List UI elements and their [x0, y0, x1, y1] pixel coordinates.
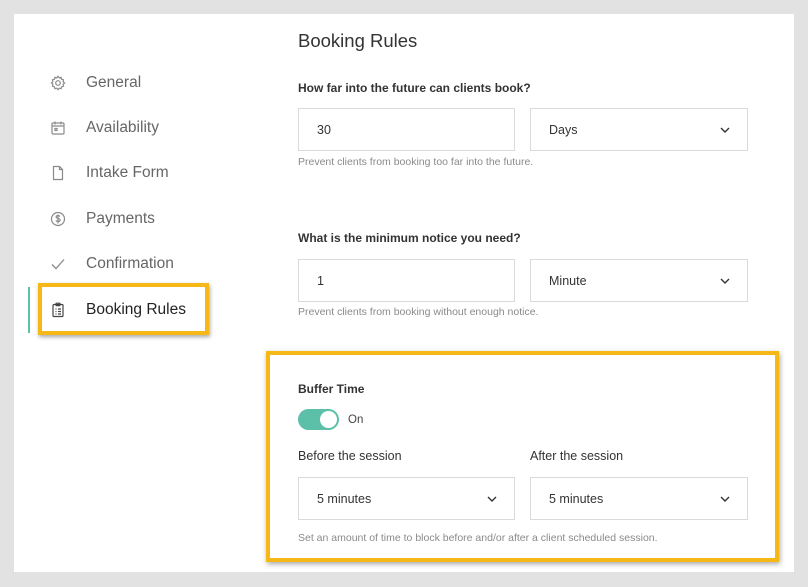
- sidebar-item-confirmation[interactable]: Confirmation: [48, 252, 174, 276]
- sidebar-item-intake-form[interactable]: Intake Form: [48, 161, 169, 185]
- sidebar-item-label: Payments: [86, 210, 155, 227]
- dollar-circle-icon: [48, 209, 68, 229]
- gear-icon: [48, 73, 68, 93]
- sidebar-item-label: General: [86, 74, 142, 91]
- highlight-box-buffer-time: [266, 351, 779, 562]
- future-booking-value-input[interactable]: 30: [298, 108, 515, 151]
- active-indicator: [28, 287, 30, 333]
- chevron-down-icon: [719, 275, 731, 287]
- sidebar-item-label: Intake Form: [86, 164, 169, 181]
- minimum-notice-label: What is the minimum notice you need?: [298, 231, 521, 245]
- minimum-notice-value-input[interactable]: 1: [298, 259, 515, 302]
- sidebar-item-availability[interactable]: Availability: [48, 116, 159, 140]
- checkmark-icon: [48, 254, 68, 274]
- highlight-box-sidebar: [38, 283, 209, 335]
- future-booking-help: Prevent clients from booking too far int…: [298, 156, 534, 168]
- sidebar-item-general[interactable]: General: [48, 71, 141, 95]
- calendar-icon: [48, 118, 68, 138]
- input-value: 1: [317, 273, 324, 288]
- minimum-notice-help: Prevent clients from booking without eno…: [298, 306, 539, 318]
- sidebar-item-label: Availability: [86, 119, 159, 136]
- future-booking-label: How far into the future can clients book…: [298, 81, 531, 95]
- chevron-down-icon: [719, 124, 731, 136]
- page-title: Booking Rules: [298, 30, 418, 51]
- future-booking-unit-select[interactable]: Days: [530, 108, 748, 151]
- sidebar-item-payments[interactable]: Payments: [48, 207, 155, 231]
- sidebar-item-label: Confirmation: [86, 255, 174, 272]
- minimum-notice-unit-select[interactable]: Minute: [530, 259, 748, 302]
- document-icon: [48, 163, 68, 183]
- select-value: Minute: [549, 273, 587, 288]
- input-value: 30: [317, 122, 331, 137]
- select-value: Days: [549, 122, 578, 137]
